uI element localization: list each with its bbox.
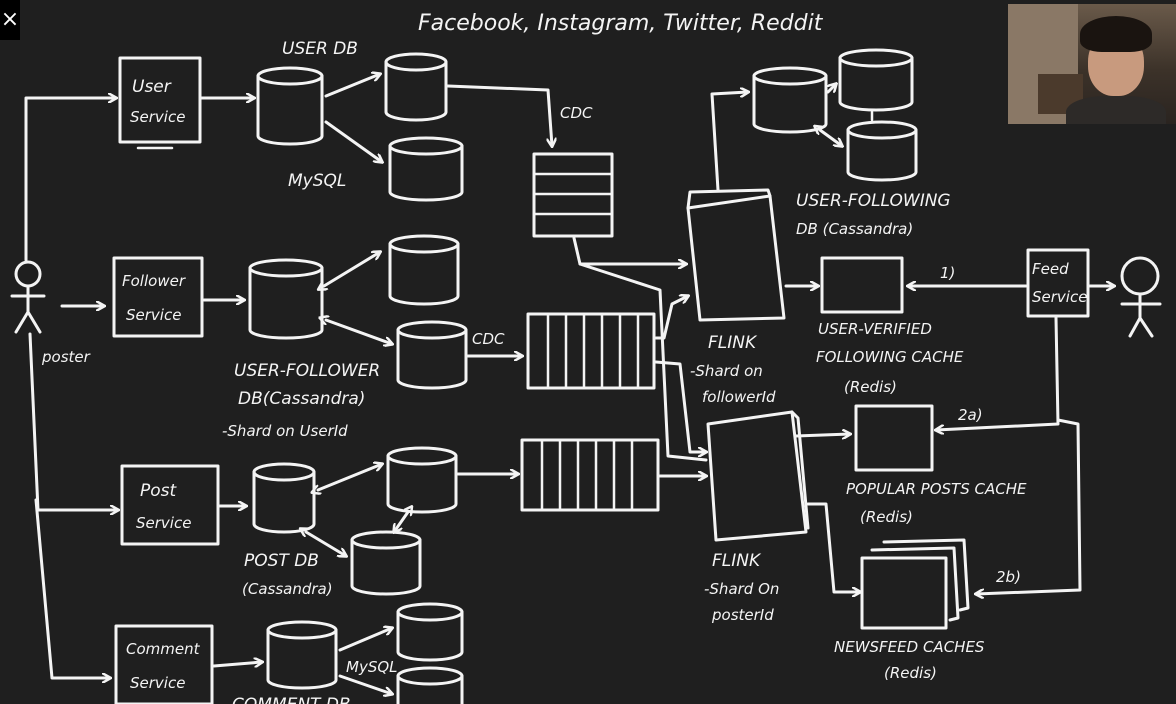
edge-comment-service-comment-db <box>212 662 262 666</box>
cdc-top-label: CDC <box>560 104 593 122</box>
edge-flink-top-user-following-db <box>710 92 748 192</box>
edge-feed-service-newsfeed <box>976 418 1082 594</box>
flink-top-label-1: FLINK <box>708 333 758 353</box>
cdc-top-queue <box>532 152 614 238</box>
popular-posts-cache-box <box>854 404 934 472</box>
edge-flink-bottom-newsfeed <box>806 502 860 592</box>
user-db-primary-cylinder <box>256 66 324 146</box>
popular-cache-label-2: (Redis) <box>860 508 913 526</box>
user-following-db-label-2: DB (Cassandra) <box>796 220 913 238</box>
post-db-primary-cylinder <box>252 462 316 534</box>
edge-follower-db-replica-2 <box>326 320 392 344</box>
post-service-label-2: Service <box>136 514 191 532</box>
comment-service-box <box>114 624 214 704</box>
edge-comment-db-replica-1 <box>338 628 392 652</box>
user-db-replica-2-cylinder <box>388 136 464 202</box>
edge-cdc-top-flink-top <box>572 236 686 264</box>
post-db-label-2: (Cassandra) <box>242 580 333 598</box>
user-service-label-1: User <box>132 77 172 97</box>
post-service-label-1: Post <box>140 481 178 501</box>
user-following-db-replica-2-cylinder <box>846 120 918 182</box>
post-db-replica-2-cylinder <box>350 530 422 596</box>
follower-service-box <box>112 256 204 338</box>
edge-comment-db-replica-2 <box>338 674 392 694</box>
cdc-mid-label: CDC <box>472 330 505 348</box>
diagram-title: Facebook, Instagram, Twitter, Reddit <box>418 11 824 36</box>
edge-following-db-replica-2 <box>820 130 842 146</box>
comment-service-label-2: Service <box>130 674 185 692</box>
verified-following-cache-box <box>820 256 904 314</box>
comment-db-replica-2-cylinder <box>396 666 464 704</box>
edge-post-db-replica-1 <box>318 464 382 490</box>
post-db-replica-1-cylinder <box>386 446 458 514</box>
edge-user-db-cdc <box>446 84 552 146</box>
step-2b-label: 2b) <box>996 568 1021 586</box>
user-following-db-primary-cylinder <box>752 66 828 134</box>
edge-following-db-replica-1 <box>826 84 836 94</box>
user-follower-db-replica-1-cylinder <box>388 234 460 306</box>
popular-cache-label-1: POPULAR POSTS CACHE <box>846 480 1027 498</box>
verified-cache-label-1: USER-VERIFIED <box>818 320 932 338</box>
user-follower-db-label-1: USER-FOLLOWER <box>234 361 380 381</box>
feed-service-label-2: Service <box>1032 288 1087 306</box>
user-following-db-replica-1-cylinder <box>838 48 914 112</box>
user-follower-db-label-2: DB(Cassandra) <box>238 389 365 409</box>
flink-bottom-box <box>706 410 810 542</box>
edge-user-db-replica-2 <box>324 120 382 162</box>
newsfeed-cache-label-2: (Redis) <box>884 664 937 682</box>
post-db-label-1: POST DB <box>244 551 319 571</box>
user-service-box <box>118 56 202 144</box>
edge-feed-service-popular-cache <box>936 316 1060 430</box>
newsfeed-cache-label-1: NEWSFEED CACHES <box>834 638 985 656</box>
follower-service-label-2: Service <box>126 306 181 324</box>
edge-poster-user-service <box>24 98 116 262</box>
step-1-label: 1) <box>940 264 955 282</box>
newsfeed-caches-stack <box>860 538 970 630</box>
comment-db-primary-cylinder <box>266 620 338 690</box>
post-stream-queue <box>520 438 660 512</box>
user-following-db-label-1: USER-FOLLOWING <box>796 191 951 211</box>
mysql-label: MySQL <box>288 171 346 191</box>
edge-post-db-replicas <box>394 512 408 532</box>
flink-bottom-label-1: FLINK <box>712 551 762 571</box>
feed-service-label-1: Feed <box>1032 260 1069 278</box>
step-2a-label: 2a) <box>958 406 983 424</box>
edge-poster-comment-service <box>34 498 110 678</box>
flink-bottom-label-3: posterId <box>711 606 774 624</box>
user-follower-db-label-3: -Shard on UserId <box>222 422 348 440</box>
follower-service-label-1: Follower <box>122 272 186 290</box>
edge-follower-db-replica-1 <box>324 252 380 286</box>
cdc-mid-queue <box>526 312 656 390</box>
diagram-canvas: Facebook, Instagram, Twitter, Reddit pos… <box>10 11 1162 704</box>
edge-flink-bottom-popular-cache <box>794 434 850 436</box>
flink-top-label-2: -Shard on <box>690 362 763 380</box>
verified-cache-label-3: (Redis) <box>844 378 897 396</box>
flink-top-label-3: followerId <box>702 388 776 406</box>
comment-mysql-label: MySQL <box>346 658 398 676</box>
poster-label: poster <box>41 348 91 366</box>
edge-user-db-replica-1 <box>324 74 380 98</box>
post-service-box <box>120 464 220 546</box>
comment-db-label: COMMENT DB <box>232 695 351 704</box>
flink-top-box <box>686 188 786 322</box>
comment-service-label-1: Comment <box>126 640 201 658</box>
user-follower-db-primary-cylinder <box>248 258 324 340</box>
user-db-label: USER DB <box>282 39 358 59</box>
user-follower-db-replica-2-cylinder <box>396 320 468 390</box>
comment-db-replica-1-cylinder <box>396 602 464 662</box>
reader-actor <box>1120 256 1162 338</box>
user-service-label-2: Service <box>130 108 185 126</box>
verified-cache-label-2: FOLLOWING CACHE <box>816 348 964 366</box>
poster-actor <box>10 260 46 334</box>
user-db-replica-1-cylinder <box>384 52 448 122</box>
flink-bottom-label-2: -Shard On <box>704 580 779 598</box>
